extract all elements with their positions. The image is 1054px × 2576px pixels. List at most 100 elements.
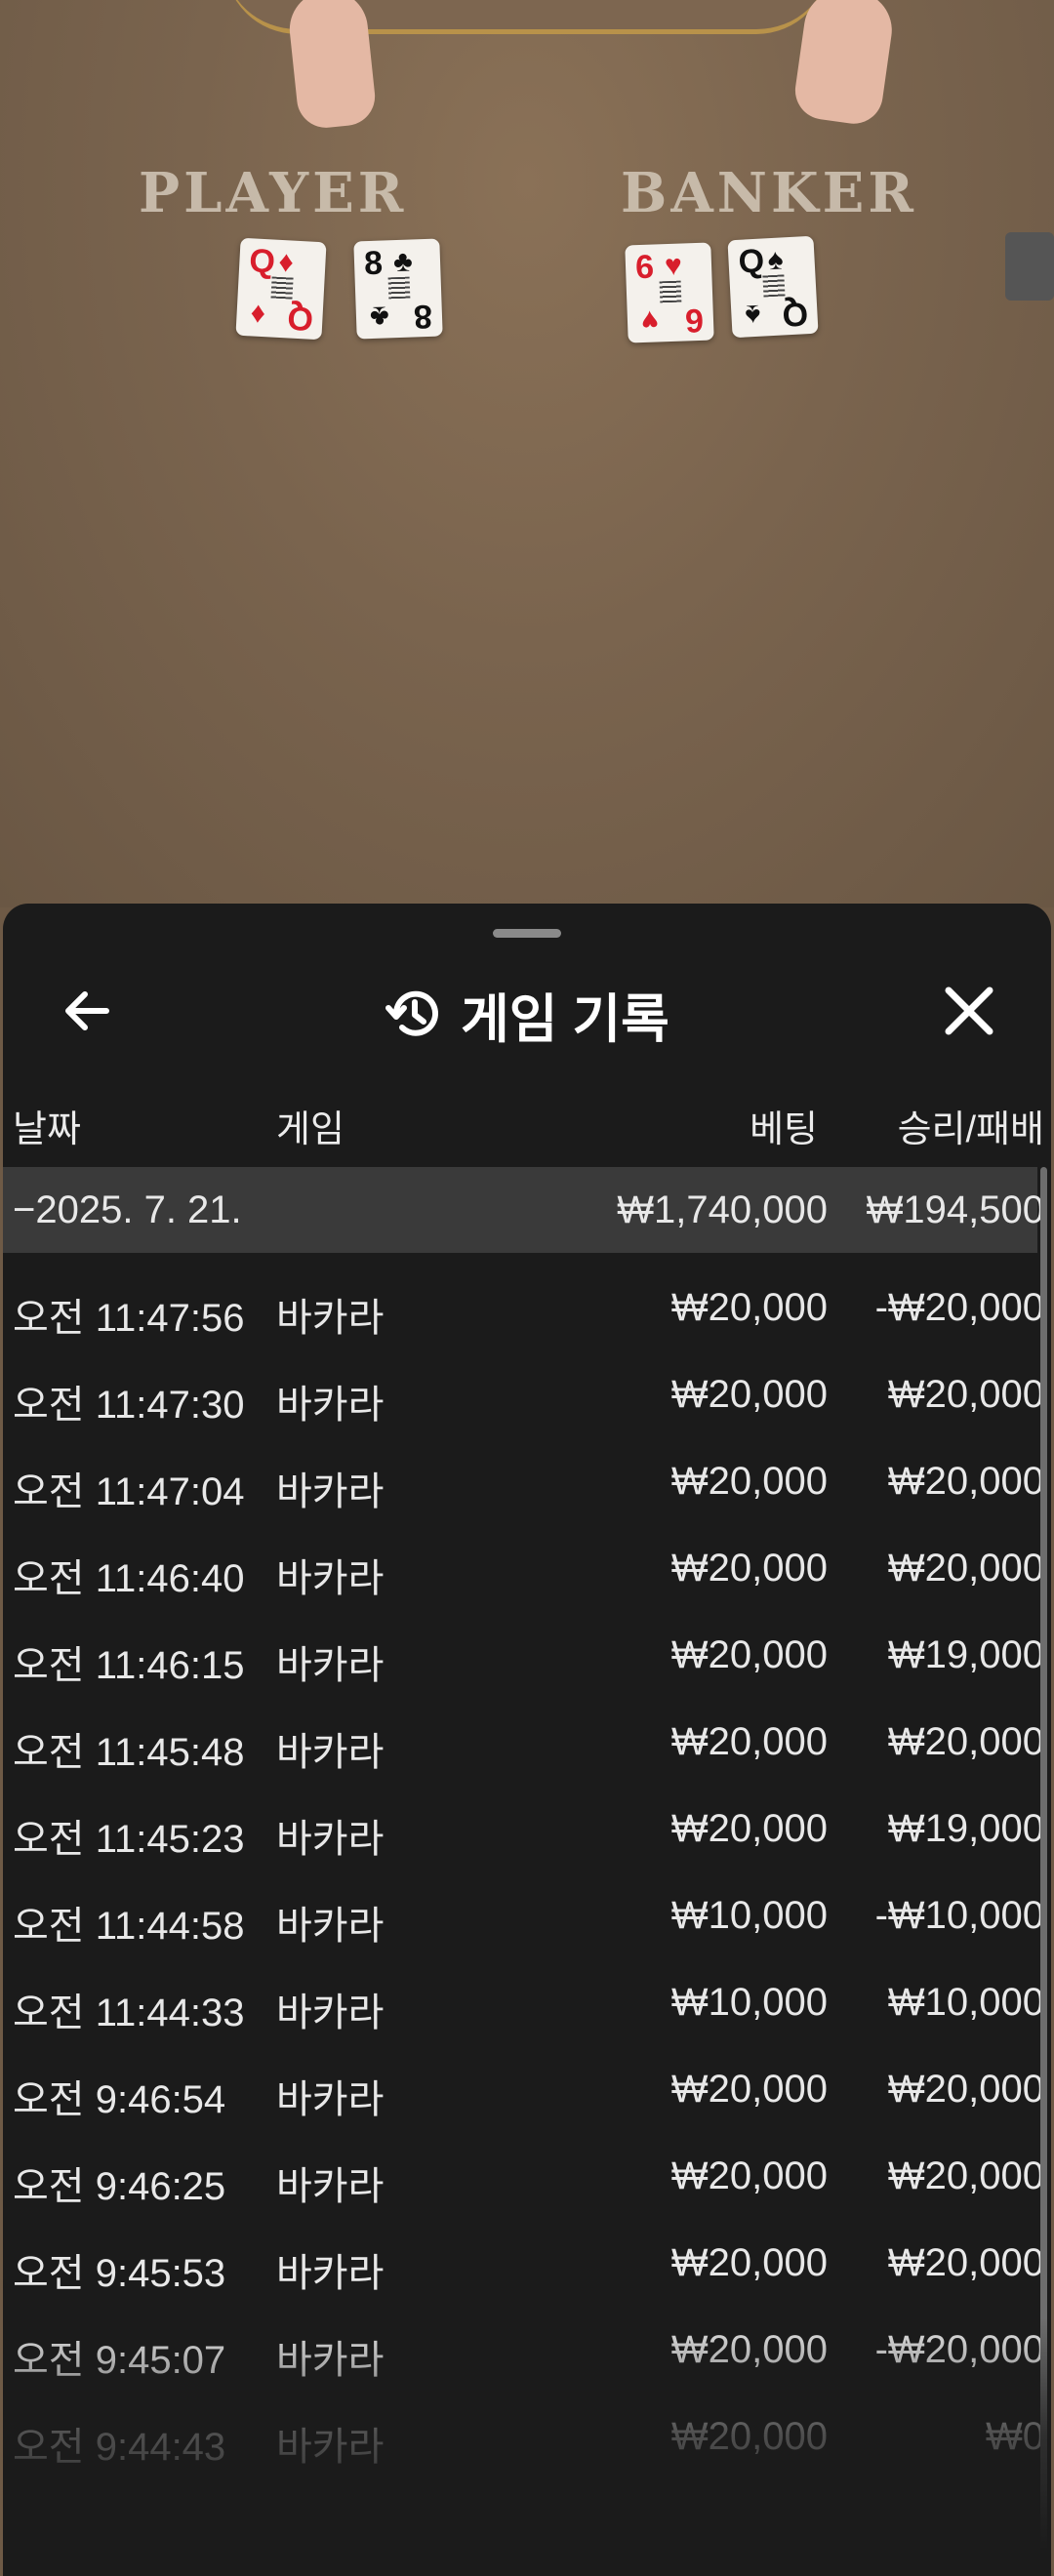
card-center-pattern [270,276,294,300]
row-time: 오전 11:45:23 [13,1818,245,1861]
table-row[interactable]: 오전 11:47:30 바카라 ₩20,000 ₩20,000 [3,1351,1044,1438]
close-x-icon [945,986,993,1035]
row-time: 오전 9:46:54 [13,2078,226,2121]
row-time: 오전 11:47:04 [13,1470,245,1513]
row-time: 오전 11:44:58 [13,1905,245,1948]
player-card-2: 8 ♣ ♣ 8 [353,238,443,340]
card-rank: 6 [684,301,705,340]
row-time: 오전 9:45:07 [13,2339,226,2382]
row-game: 바카라 [276,1992,385,2034]
table-row[interactable]: 오전 11:46:15 바카라 ₩20,000 ₩19,000 [3,1612,1044,1699]
card-shoe [1005,232,1054,301]
row-result: ₩20,000 [887,1720,1044,1763]
row-bet: ₩20,000 [670,1633,828,1676]
row-time: 오전 11:44:33 [13,1992,245,2034]
row-game: 바카라 [276,1470,385,1513]
sheet-title: 게임 기록 [461,989,669,1049]
card-rank: Q [286,299,314,338]
date-group-winloss-total: ₩194,500 [866,1188,1044,1231]
card-center-pattern [387,276,411,300]
table-row[interactable]: 오전 11:47:04 바카라 ₩20,000 ₩20,000 [3,1438,1044,1525]
row-result: ₩20,000 [887,2068,1044,2111]
date-group-bet-total: ₩1,740,000 [617,1188,828,1231]
table-row[interactable]: 오전 9:44:43 바카라 ₩20,000 ₩0 [3,2394,1044,2480]
dealer-left-hand [285,0,379,131]
row-time: 오전 9:45:53 [13,2252,226,2295]
row-result: ₩20,000 [887,2241,1044,2284]
row-time: 오전 11:45:48 [13,1731,245,1774]
table-row[interactable]: 오전 9:45:53 바카라 ₩20,000 ₩20,000 [3,2220,1044,2307]
row-bet: ₩20,000 [670,1460,828,1503]
row-time: 오전 11:47:56 [13,1297,245,1340]
row-bet: ₩20,000 [670,1286,828,1329]
card-center-pattern [762,274,786,298]
banker-card-2: Q ♠ ♠ Q [727,235,819,339]
row-bet: ₩20,000 [670,2241,828,2284]
live-table-video: PLAYER BANKER Q ♦ ♦ Q 8 ♣ ♣ 8 6 ♥ ♥ 6 Q … [0,0,1054,907]
sheet-drag-handle[interactable] [493,929,561,938]
card-rank: Q [737,242,766,281]
card-suit: ♥ [640,303,660,338]
player-card-1: Q ♦ ♦ Q [235,237,327,341]
row-game: 바카라 [276,1644,385,1687]
row-result: ₩20,000 [887,1547,1044,1590]
row-result: ₩0 [986,2415,1044,2458]
row-game: 바카라 [276,2252,385,2295]
row-result: -₩20,000 [874,2328,1044,2371]
card-suit: ♥ [664,249,683,283]
row-game: 바카라 [276,2165,385,2208]
row-result: ₩19,000 [887,1633,1044,1676]
row-bet: ₩20,000 [670,1720,828,1763]
row-game: 바카라 [276,2426,385,2469]
column-header-game: 게임 [276,1109,345,1150]
game-history-sheet: 게임 기록 날짜 게임 베팅 승리/패배 −2025. 7. 21. ₩1,74… [3,904,1051,2576]
column-header-winloss: 승리/패배 [897,1109,1044,1150]
row-result: ₩20,000 [887,2154,1044,2197]
table-row[interactable]: 오전 11:45:48 바카라 ₩20,000 ₩20,000 [3,1699,1044,1786]
row-bet: ₩20,000 [670,2328,828,2371]
table-row[interactable]: 오전 11:47:56 바카라 ₩20,000 -₩20,000 [3,1265,1044,1351]
history-clock-icon [385,990,439,1036]
row-game: 바카라 [276,1731,385,1774]
table-row[interactable]: 오전 11:44:58 바카라 ₩10,000 -₩10,000 [3,1872,1044,1959]
row-time: 오전 9:46:25 [13,2165,226,2208]
table-row[interactable]: 오전 9:45:07 바카라 ₩20,000 -₩20,000 [3,2307,1044,2394]
row-result: -₩20,000 [874,1286,1044,1329]
card-suit: ♦ [249,298,266,332]
date-group-label: −2025. 7. 21. [13,1188,242,1231]
row-time: 오전 9:44:43 [13,2426,226,2469]
column-header-date: 날짜 [13,1109,81,1150]
column-header-bet: 베팅 [750,1109,818,1150]
card-rank: 8 [413,297,433,336]
table-row[interactable]: 오전 11:46:40 바카라 ₩20,000 ₩20,000 [3,1525,1044,1612]
row-result: ₩20,000 [887,1373,1044,1416]
row-bet: ₩20,000 [670,1547,828,1590]
row-bet: ₩10,000 [670,1981,828,2024]
row-bet: ₩10,000 [670,1894,828,1937]
card-rank: 6 [634,248,655,287]
row-result: -₩10,000 [874,1894,1044,1937]
card-suit: ♠ [766,243,785,277]
row-result: ₩10,000 [887,1981,1044,2024]
card-suit: ♠ [744,298,762,332]
close-button[interactable] [920,962,1018,1060]
row-game: 바카라 [276,2339,385,2382]
table-row[interactable]: 오전 11:45:23 바카라 ₩20,000 ₩19,000 [3,1786,1044,1872]
card-center-pattern [659,280,682,303]
row-game: 바카라 [276,1297,385,1340]
row-bet: ₩20,000 [670,1373,828,1416]
table-row[interactable]: 오전 9:46:54 바카라 ₩20,000 ₩20,000 [3,2046,1044,2133]
table-row[interactable]: 오전 11:44:33 바카라 ₩10,000 ₩10,000 [3,1959,1044,2046]
dealer-right-hand [791,0,897,128]
banker-label: BANKER [621,161,917,225]
row-result: ₩20,000 [887,1460,1044,1503]
card-rank: 8 [363,244,384,283]
row-game: 바카라 [276,1818,385,1861]
row-time: 오전 11:46:15 [13,1644,245,1687]
table-row[interactable]: 오전 9:46:25 바카라 ₩20,000 ₩20,000 [3,2133,1044,2220]
row-bet: ₩20,000 [670,2154,828,2197]
scrollbar[interactable] [1040,1167,1047,2572]
date-group-row[interactable]: −2025. 7. 21. ₩1,740,000 ₩194,500 [3,1167,1044,1253]
player-label: PLAYER [139,161,408,225]
row-game: 바카라 [276,1384,385,1427]
